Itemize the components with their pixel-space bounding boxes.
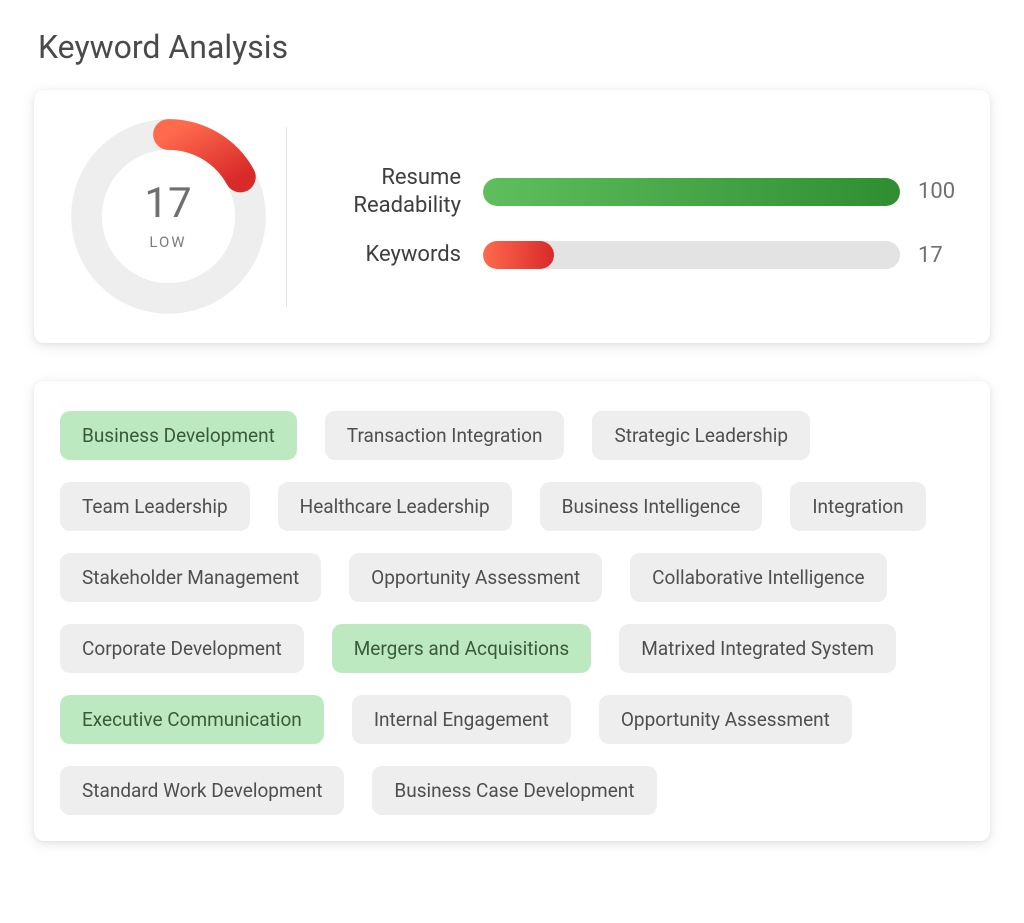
keyword-chip[interactable]: Executive Communication [60,695,324,744]
keyword-analysis-panel: Keyword Analysis 17 LOW Resume Readabili… [0,0,1024,923]
metric-bar-label: Keywords [313,241,483,269]
keyword-chip[interactable]: Mergers and Acquisitions [332,624,592,673]
keyword-chip[interactable]: Standard Work Development [60,766,344,815]
metric-bar-value: 17 [900,243,960,268]
keyword-chip[interactable]: Opportunity Assessment [599,695,852,744]
keyword-chip[interactable]: Team Leadership [60,482,250,531]
metric-bars: Resume Readability 100 Keywords 17 [295,142,960,291]
keyword-chip[interactable]: Strategic Leadership [592,411,810,460]
keyword-chip[interactable]: Integration [790,482,925,531]
keyword-chip[interactable]: Healthcare Leadership [278,482,512,531]
keyword-chip[interactable]: Collaborative Intelligence [630,553,886,602]
metric-bar-fill [483,178,900,206]
keyword-chip[interactable]: Stakeholder Management [60,553,321,602]
panel-title: Keyword Analysis [38,28,990,66]
metric-bar-value: 100 [900,179,960,204]
keyword-chip[interactable]: Matrixed Integrated System [619,624,896,673]
vertical-divider [286,127,287,307]
score-gauge: 17 LOW [58,114,278,319]
keyword-list: Business Development Transaction Integrat… [60,411,964,815]
gauge-value: 17 [144,183,191,225]
metric-bar-label: Resume Readability [313,164,483,219]
keyword-chip[interactable]: Business Development [60,411,297,460]
keyword-chip[interactable]: Corporate Development [60,624,304,673]
metric-bar-row: Keywords 17 [313,241,960,269]
keyword-chip[interactable]: Opportunity Assessment [349,553,602,602]
keyword-chip[interactable]: Internal Engagement [352,695,571,744]
metric-bar-fill [483,241,554,269]
keyword-chip[interactable]: Business Case Development [372,766,656,815]
metric-bar-track [483,178,900,206]
keywords-card: Business Development Transaction Integrat… [34,381,990,841]
gauge-center: 17 LOW [144,183,191,251]
keyword-chip[interactable]: Transaction Integration [325,411,565,460]
gauge-label: LOW [144,233,191,251]
metric-bar-row: Resume Readability 100 [313,164,960,219]
keyword-chip[interactable]: Business Intelligence [540,482,763,531]
metric-bar-track [483,241,900,269]
metrics-card: 17 LOW Resume Readability 100 Keywords 17 [34,90,990,343]
